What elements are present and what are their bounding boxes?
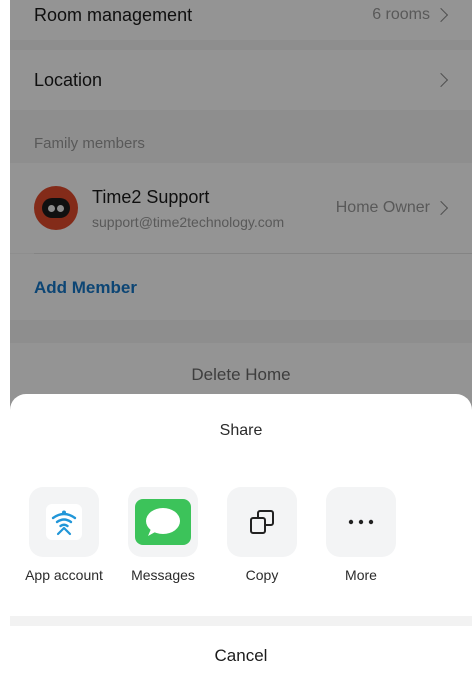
share-option-more[interactable]: More: [306, 487, 416, 583]
wifi-icon: [46, 504, 82, 540]
messages-tile[interactable]: [128, 487, 198, 557]
app-account-label: App account: [25, 567, 103, 583]
more-tile[interactable]: [326, 487, 396, 557]
share-sheet: Share App account Messages Copy More Can…: [10, 394, 472, 685]
share-option-messages[interactable]: Messages: [108, 487, 218, 583]
message-bubble-icon: [135, 499, 191, 545]
app-account-tile[interactable]: [29, 487, 99, 557]
sheet-separator: [10, 616, 472, 626]
cancel-button[interactable]: Cancel: [10, 626, 472, 685]
messages-label: Messages: [131, 567, 195, 583]
more-icon: [348, 519, 374, 525]
share-sheet-title: Share: [219, 422, 263, 439]
copy-tile[interactable]: [227, 487, 297, 557]
copy-icon: [250, 510, 274, 534]
share-option-copy[interactable]: Copy: [207, 487, 317, 583]
home-settings-screen: Room management 6 rooms Location Family …: [10, 0, 472, 685]
copy-label: Copy: [245, 567, 279, 583]
share-option-app-account[interactable]: App account: [10, 487, 119, 583]
more-label: More: [345, 567, 377, 583]
